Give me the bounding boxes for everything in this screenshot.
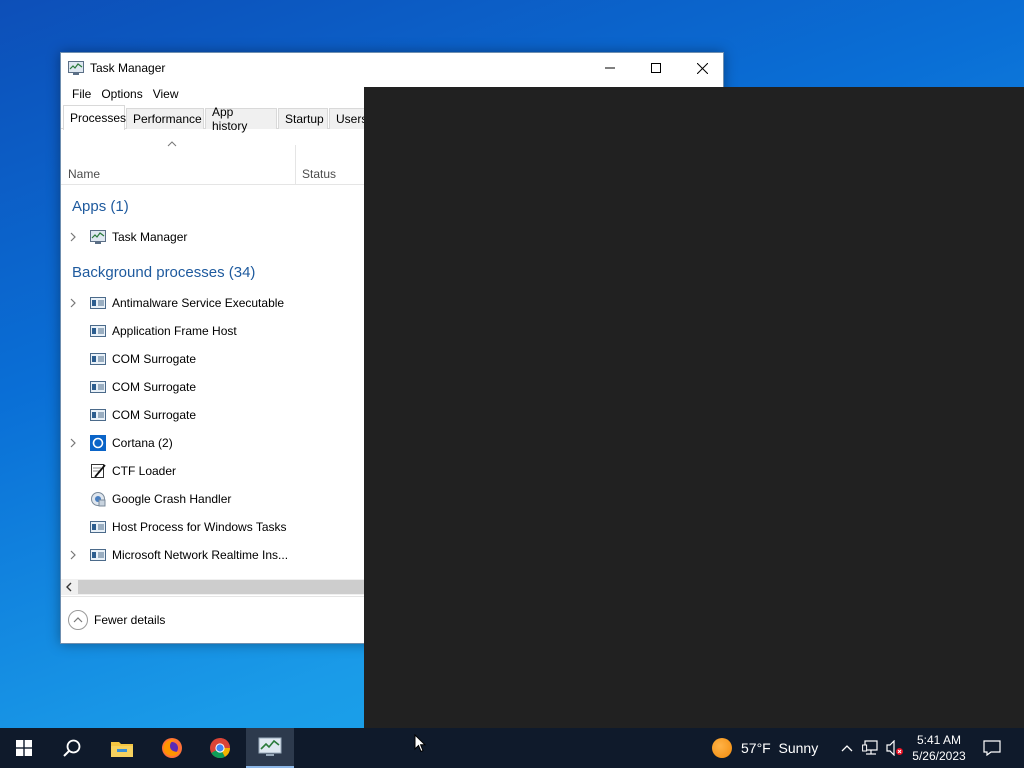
action-center-button[interactable]: [980, 738, 1004, 758]
process-name: COM Surrogate: [112, 408, 197, 422]
scroll-left-icon[interactable]: [65, 581, 73, 593]
network-tray[interactable]: [860, 738, 882, 758]
tab-processes[interactable]: Processes: [63, 105, 126, 130]
blank-dark-window[interactable]: [364, 87, 1024, 728]
service-icon: [90, 325, 106, 337]
task-manager-icon: [258, 737, 282, 756]
group-apps-header: Apps (1): [72, 198, 129, 215]
show-hidden-icons-button[interactable]: [836, 738, 858, 758]
chevron-right-icon[interactable]: [69, 231, 77, 243]
process-name: COM Surrogate: [112, 380, 197, 394]
chevron-up-icon: [73, 617, 83, 623]
cortana-icon: [90, 435, 106, 451]
network-icon: [862, 740, 878, 755]
taskbar-firefox[interactable]: [148, 728, 196, 768]
ctf-loader-icon: [91, 464, 106, 478]
process-name: Application Frame Host: [112, 324, 237, 338]
mouse-cursor-icon: [414, 734, 426, 753]
process-name: Cortana (2): [112, 436, 173, 450]
clock-date: 5/26/2023: [912, 749, 966, 763]
service-icon: [90, 549, 106, 561]
menu-file[interactable]: File: [67, 87, 96, 101]
notification-icon: [983, 740, 1001, 756]
service-icon: [90, 353, 106, 365]
taskbar-task-manager[interactable]: [246, 728, 294, 768]
title-bar[interactable]: Task Manager: [61, 53, 723, 83]
search-button[interactable]: [48, 728, 96, 768]
volume-muted-icon: [886, 740, 903, 756]
close-icon: [696, 62, 708, 74]
process-name: CTF Loader: [112, 464, 177, 478]
folder-icon: [111, 742, 133, 757]
window-title: Task Manager: [90, 61, 166, 75]
taskbar-file-explorer[interactable]: [98, 728, 146, 768]
windows-logo-icon: [16, 740, 32, 756]
task-manager-icon: [68, 61, 84, 75]
volume-tray[interactable]: [884, 738, 906, 758]
taskbar-chrome[interactable]: [196, 728, 244, 768]
service-icon: [90, 297, 106, 309]
tab-app-history[interactable]: App history: [205, 105, 277, 133]
close-button[interactable]: [679, 53, 725, 83]
maximize-button[interactable]: [633, 53, 679, 83]
column-status[interactable]: Status: [302, 167, 336, 181]
scrollbar-thumb[interactable]: [78, 580, 378, 594]
chevron-right-icon[interactable]: [69, 549, 77, 561]
chevron-up-icon: [841, 745, 853, 752]
firefox-icon: [162, 738, 182, 758]
clock[interactable]: 5:41 AM 5/26/2023: [906, 732, 972, 764]
process-name: COM Surrogate: [112, 352, 197, 366]
weather-description: Sunny: [778, 740, 819, 756]
tab-performance[interactable]: Performance: [126, 108, 204, 129]
weather-sun-icon[interactable]: [712, 738, 732, 758]
chevron-right-icon[interactable]: [69, 297, 77, 309]
column-name[interactable]: Name: [68, 167, 100, 181]
chrome-icon: [210, 738, 231, 759]
google-crash-icon: [91, 492, 106, 507]
minimize-button[interactable]: [587, 53, 633, 83]
menu-options[interactable]: Options: [96, 87, 147, 101]
process-name: Google Crash Handler: [112, 492, 232, 506]
clock-time: 5:41 AM: [916, 733, 962, 747]
process-name: Microsoft Network Realtime Ins...: [112, 548, 289, 562]
process-name: Task Manager: [112, 230, 188, 244]
group-background-header: Background processes (34): [72, 264, 256, 281]
process-name: Host Process for Windows Tasks: [112, 520, 287, 534]
maximize-icon: [651, 63, 661, 73]
fewer-details-button[interactable]: [68, 610, 88, 630]
service-icon: [90, 409, 106, 421]
process-name: Antimalware Service Executable: [112, 296, 285, 310]
service-icon: [90, 521, 106, 533]
taskbar: 57°F Sunny 5:41 AM 5/26/2023: [0, 728, 1024, 768]
task-manager-icon: [90, 230, 106, 244]
fewer-details-label[interactable]: Fewer details: [94, 613, 165, 627]
tab-startup[interactable]: Startup: [278, 108, 328, 129]
weather-temperature: 57°F: [741, 740, 771, 756]
search-icon: [63, 739, 81, 757]
column-divider[interactable]: [295, 145, 296, 185]
service-icon: [90, 381, 106, 393]
menu-view[interactable]: View: [148, 87, 184, 101]
weather-widget[interactable]: 57°F Sunny: [741, 740, 818, 756]
start-button[interactable]: [0, 728, 48, 768]
sort-ascending-icon[interactable]: [167, 141, 177, 147]
chevron-right-icon[interactable]: [69, 437, 77, 449]
minimize-icon: [605, 67, 615, 69]
